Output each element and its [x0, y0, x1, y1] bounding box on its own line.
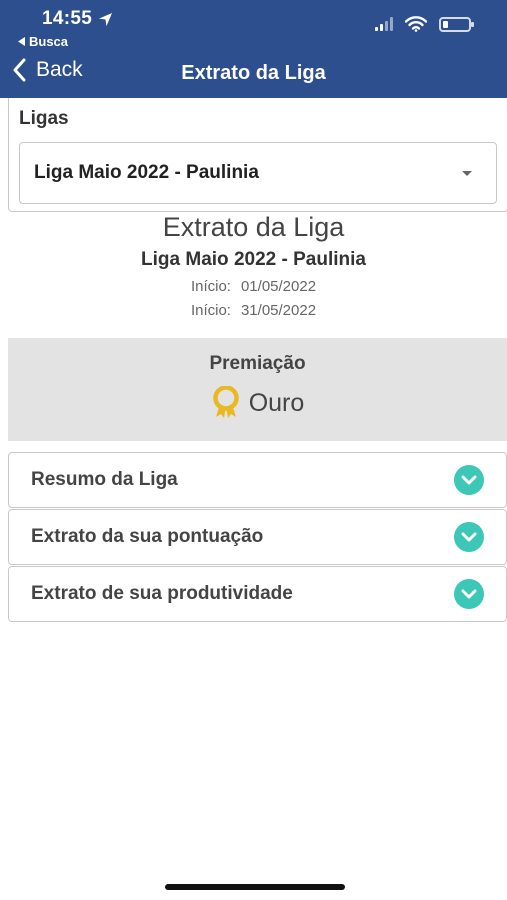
section-extrato-pontuacao[interactable]: Extrato da sua pontuação	[8, 509, 507, 565]
start-date-value: 01/05/2022	[240, 278, 317, 295]
ligas-select-value: Liga Maio 2022 - Paulinia	[34, 162, 259, 183]
prize-value: Ouro	[248, 388, 305, 417]
end-date-label: Início:	[190, 302, 231, 319]
summary-title: Extrato da Liga	[162, 212, 345, 242]
status-indicators	[375, 16, 474, 32]
summary-league-name: Liga Maio 2022 - Paulinia	[141, 249, 366, 270]
cellular-signal-icon	[375, 17, 393, 31]
caret-down-icon	[462, 171, 472, 176]
small-back-triangle-icon	[18, 37, 25, 46]
ligas-select[interactable]: Liga Maio 2022 - Paulinia	[19, 142, 497, 204]
section-label: Extrato da sua pontuação	[31, 526, 264, 547]
status-time-text: 14:55	[42, 8, 93, 29]
wifi-icon	[405, 16, 427, 32]
prize-value-row: Ouro	[8, 386, 507, 420]
status-back-to-app[interactable]: Busca	[18, 34, 68, 49]
status-back-app-label: Busca	[29, 34, 69, 49]
prize-box: Premiação Ouro	[8, 338, 507, 441]
medal-icon	[212, 386, 239, 418]
battery-level	[443, 20, 448, 28]
battery-icon	[439, 16, 474, 32]
page-title: Extrato da Liga	[181, 62, 326, 84]
section-extrato-produtividade[interactable]: Extrato de sua produtividade	[8, 566, 507, 622]
status-time: 14:55	[42, 8, 113, 30]
app-header: 14:55 Busca Back Extrato da Liga	[0, 0, 507, 98]
ligas-card: Ligas Liga Maio 2022 - Paulinia	[8, 98, 507, 212]
section-label: Extrato de sua produtividade	[31, 583, 293, 604]
ligas-label: Ligas	[19, 108, 69, 129]
section-label: Resumo da Liga	[31, 469, 178, 490]
end-date-value: 31/05/2022	[240, 302, 317, 319]
chevron-down-icon[interactable]	[454, 522, 484, 552]
start-date-label: Início:	[190, 278, 231, 295]
end-date-row: Início: 31/05/2022	[0, 302, 507, 319]
chevron-down-icon[interactable]	[454, 465, 484, 495]
navigation-bar: Back Extrato da Liga	[0, 56, 507, 94]
section-resumo-da-liga[interactable]: Resumo da Liga	[8, 452, 507, 508]
home-indicator[interactable]	[165, 884, 345, 890]
location-arrow-icon	[99, 12, 113, 26]
prize-title: Premiação	[209, 353, 306, 374]
chevron-down-icon[interactable]	[454, 579, 484, 609]
start-date-row: Início: 01/05/2022	[0, 278, 507, 295]
